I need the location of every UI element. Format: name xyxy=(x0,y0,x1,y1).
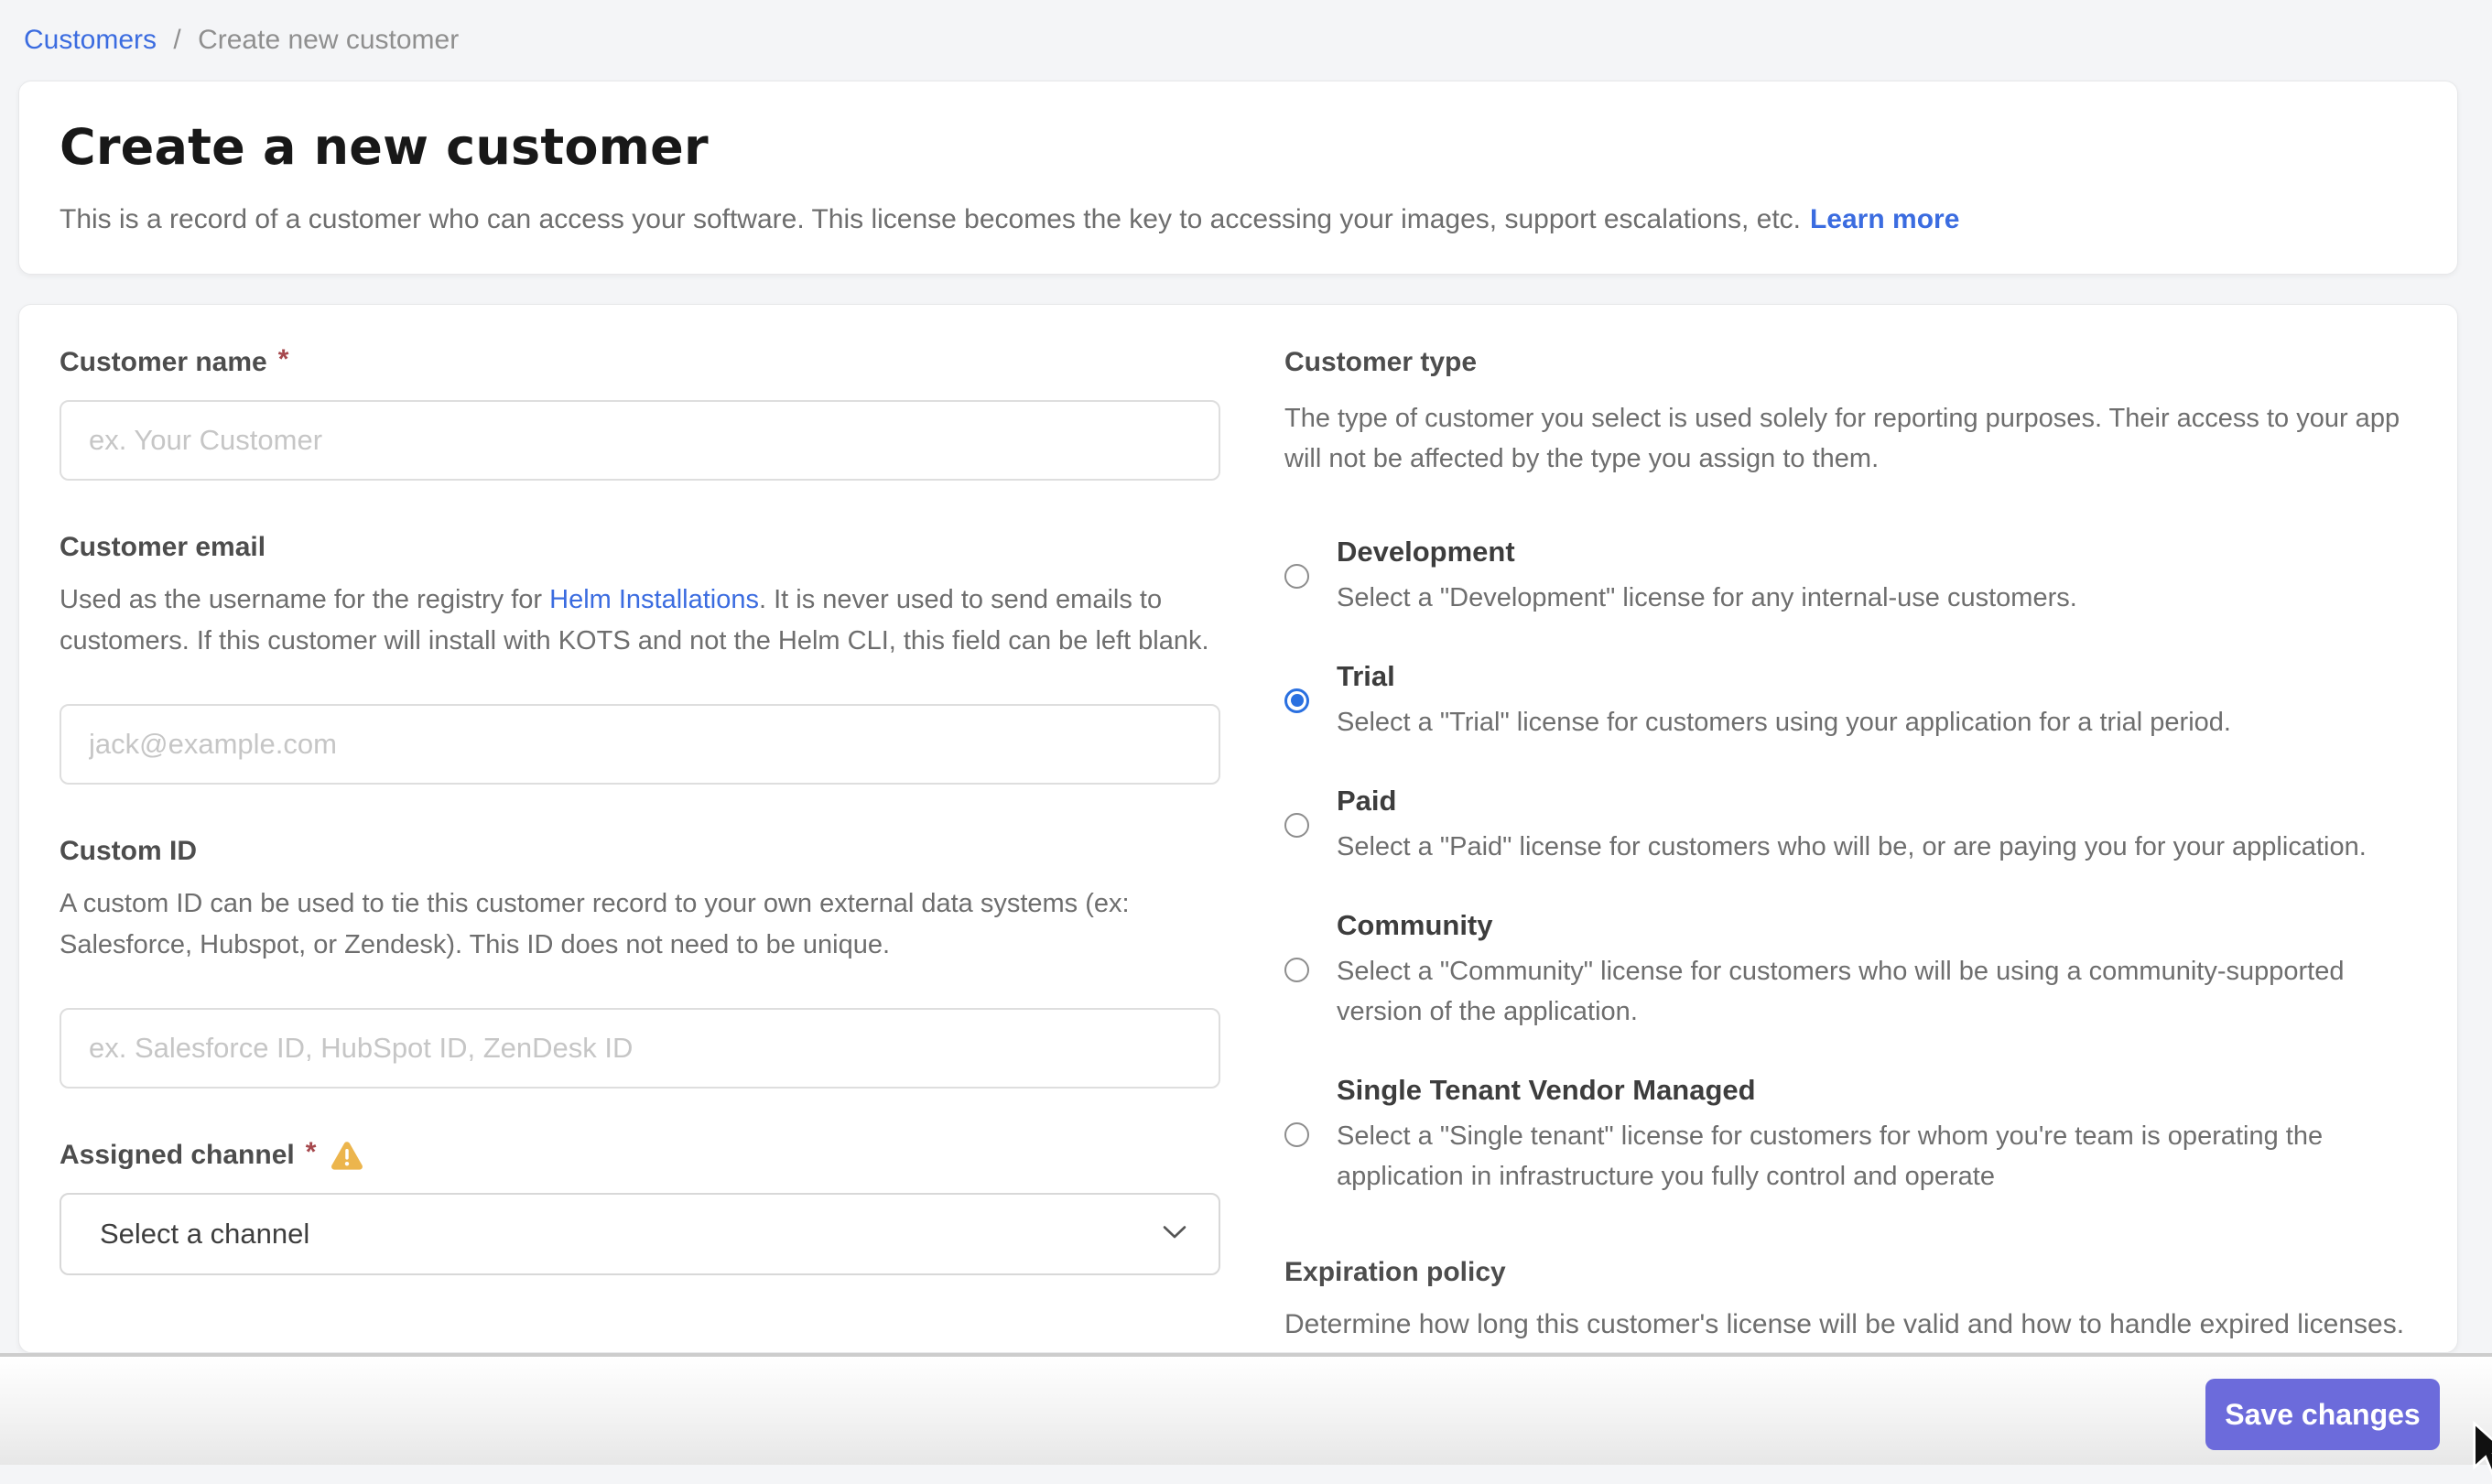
radio-paid[interactable] xyxy=(1284,813,1309,838)
expiration-policy-section: Expiration policy Determine how long thi… xyxy=(1284,1255,2415,1345)
custom-id-input[interactable] xyxy=(60,1008,1220,1089)
form-card: Customer name * Customer email Used as t… xyxy=(18,304,2458,1353)
warning-icon xyxy=(330,1141,363,1170)
customer-type-label: Customer type xyxy=(1284,345,1477,380)
option-title-paid[interactable]: Paid xyxy=(1337,783,2367,819)
option-desc-single-tenant: Select a "Single tenant" license for cus… xyxy=(1337,1116,2415,1197)
helm-installations-link[interactable]: Helm Installations xyxy=(549,585,759,614)
option-desc-trial: Select a "Trial" license for customers u… xyxy=(1337,702,2231,742)
option-title-single-tenant[interactable]: Single Tenant Vendor Managed xyxy=(1337,1072,2415,1109)
breadcrumb-current: Create new customer xyxy=(198,25,459,55)
customer-type-description: The type of customer you select is used … xyxy=(1284,398,2415,479)
breadcrumb-customers-link[interactable]: Customers xyxy=(24,25,157,55)
customer-type-option-development: Development Select a "Development" licen… xyxy=(1284,534,2415,618)
form-left-column: Customer name * Customer email Used as t… xyxy=(60,345,1220,1312)
customer-type-option-paid: Paid Select a "Paid" license for custome… xyxy=(1284,783,2415,867)
page: Customers / Create new customer Create a… xyxy=(0,0,2492,1465)
custom-id-label: Custom ID xyxy=(60,834,197,869)
option-desc-community: Select a "Community" license for custome… xyxy=(1337,951,2415,1032)
mouse-cursor xyxy=(2465,1421,2492,1484)
assigned-channel-label: Assigned channel xyxy=(60,1138,295,1173)
save-bar: Save changes xyxy=(0,1353,2492,1465)
radio-development[interactable] xyxy=(1284,564,1309,589)
header-description-text: This is a record of a customer who can a… xyxy=(60,204,1801,234)
save-changes-button[interactable]: Save changes xyxy=(2205,1379,2440,1450)
assigned-channel-value: Select a channel xyxy=(100,1218,309,1251)
radio-trial[interactable] xyxy=(1284,688,1309,713)
expiration-policy-label: Expiration policy xyxy=(1284,1255,2415,1290)
radio-community[interactable] xyxy=(1284,958,1309,982)
customer-email-group: Customer email Used as the username for … xyxy=(60,530,1220,785)
breadcrumb: Customers / Create new customer xyxy=(24,22,459,59)
customer-type-option-trial: Trial Select a "Trial" license for custo… xyxy=(1284,658,2415,742)
expiration-policy-description: Determine how long this customer's licen… xyxy=(1284,1305,2415,1345)
customer-name-input[interactable] xyxy=(60,400,1220,481)
customer-type-option-single-tenant: Single Tenant Vendor Managed Select a "S… xyxy=(1284,1072,2415,1197)
customer-email-input[interactable] xyxy=(60,704,1220,785)
customer-email-description: Used as the username for the registry fo… xyxy=(60,580,1220,662)
radio-single-tenant[interactable] xyxy=(1284,1122,1309,1147)
form-right-column: Customer type The type of customer you s… xyxy=(1284,345,2415,1312)
customer-email-desc-before: Used as the username for the registry fo… xyxy=(60,585,549,614)
option-title-trial[interactable]: Trial xyxy=(1337,658,2231,695)
chevron-down-icon xyxy=(1162,1224,1187,1245)
customer-email-label: Customer email xyxy=(60,530,265,565)
custom-id-description: A custom ID can be used to tie this cust… xyxy=(60,883,1220,966)
assigned-channel-select[interactable]: Select a channel xyxy=(60,1193,1220,1275)
required-asterisk: * xyxy=(306,1137,317,1168)
page-title: Create a new customer xyxy=(60,118,2417,176)
customer-type-option-community: Community Select a "Community" license f… xyxy=(1284,907,2415,1032)
option-title-community[interactable]: Community xyxy=(1337,907,2415,944)
header-card: Create a new customer This is a record o… xyxy=(18,81,2458,275)
required-asterisk: * xyxy=(278,344,289,375)
customer-type-options: Development Select a "Development" licen… xyxy=(1284,534,2415,1197)
option-desc-paid: Select a "Paid" license for customers wh… xyxy=(1337,827,2367,867)
customer-name-label: Customer name xyxy=(60,345,267,380)
option-title-development[interactable]: Development xyxy=(1337,534,2077,570)
breadcrumb-separator: / xyxy=(173,25,180,55)
customer-name-group: Customer name * xyxy=(60,345,1220,481)
option-desc-development: Select a "Development" license for any i… xyxy=(1337,578,2077,618)
learn-more-link[interactable]: Learn more xyxy=(1810,204,1959,234)
header-description: This is a record of a customer who can a… xyxy=(60,201,2417,238)
custom-id-group: Custom ID A custom ID can be used to tie… xyxy=(60,834,1220,1089)
assigned-channel-group: Assigned channel * Select a channel xyxy=(60,1138,1220,1275)
